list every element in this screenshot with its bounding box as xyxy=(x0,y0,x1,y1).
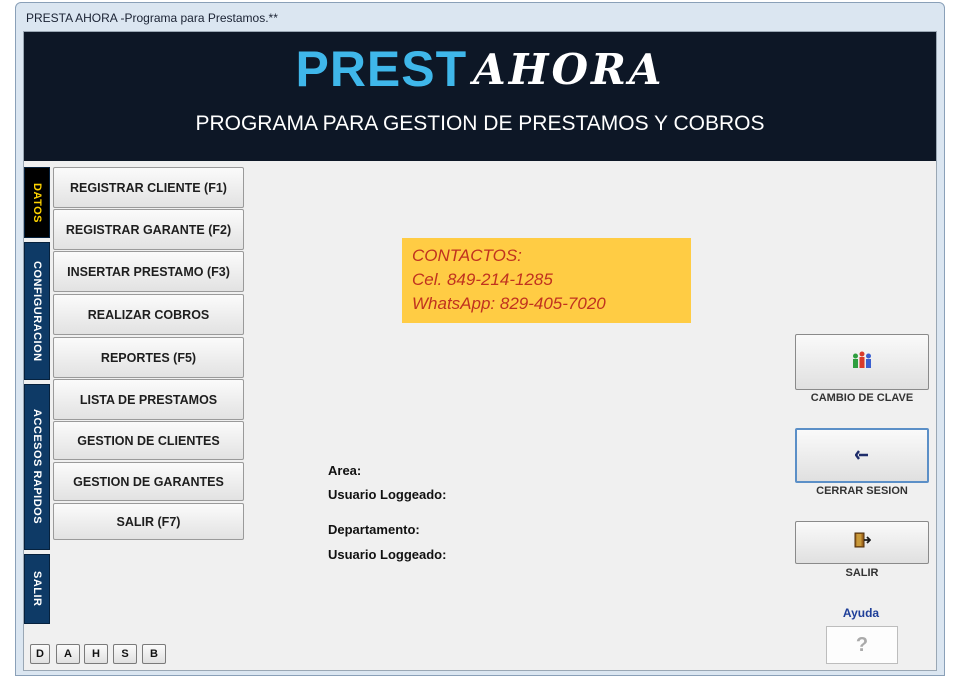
tab-datos-label: DATOS xyxy=(31,182,43,223)
logout-label: CERRAR SESION xyxy=(816,485,908,497)
brand-part2: AHORA xyxy=(473,44,665,94)
users-icon xyxy=(852,351,872,374)
registrar-garante-button[interactable]: REGISTRAR GARANTE (F2) xyxy=(53,209,244,250)
tab-configuracion[interactable]: CONFIGURACION xyxy=(24,242,50,380)
tab-accesos-rapidos[interactable]: ACCESOS RAPIDOS xyxy=(24,384,50,550)
banner-subtitle: PROGRAMA PARA GESTION DE PRESTAMOS Y COB… xyxy=(195,112,765,135)
contacts-whatsapp: WhatsApp: 829-405-7020 xyxy=(412,294,606,313)
reportes-button[interactable]: REPORTES (F5) xyxy=(53,337,244,378)
realizar-cobros-button[interactable]: REALIZAR COBROS xyxy=(53,294,244,335)
tab-salir-label: SALIR xyxy=(31,571,43,607)
department-label: Departamento: xyxy=(328,522,420,537)
salir-menu-button[interactable]: SALIR (F7) xyxy=(53,503,244,540)
brand-logo: PREST AHORA xyxy=(24,40,936,98)
shortcut-s-button[interactable]: S xyxy=(113,644,137,664)
help-button[interactable]: ? xyxy=(826,626,898,664)
change-password-label: CAMBIO DE CLAVE xyxy=(810,392,914,404)
help-label: Ayuda xyxy=(842,606,880,620)
app-window: PRESTA AHORA -Programa para Prestamos.**… xyxy=(15,2,945,676)
exit-button[interactable] xyxy=(795,521,929,564)
registrar-cliente-button[interactable]: REGISTRAR CLIENTE (F1) xyxy=(53,167,244,208)
arrow-left-icon xyxy=(854,447,869,465)
shortcut-d-button[interactable]: D xyxy=(30,644,50,664)
contacts-box: CONTACTOS: Cel. 849-214-1285 WhatsApp: 8… xyxy=(402,238,691,323)
window-title: PRESTA AHORA -Programa para Prestamos.** xyxy=(26,11,278,25)
exit-door-icon xyxy=(853,531,872,554)
header-banner: PREST AHORA PROGRAMA PARA GESTION DE PRES… xyxy=(24,32,936,161)
tab-configuracion-label: CONFIGURACION xyxy=(31,260,43,362)
main-panel: PREST AHORA PROGRAMA PARA GESTION DE PRES… xyxy=(23,31,937,671)
change-password-button[interactable] xyxy=(795,334,929,390)
exit-label: SALIR xyxy=(845,567,879,579)
area-label: Area: xyxy=(328,463,362,478)
tab-datos[interactable]: DATOS xyxy=(24,167,50,238)
lista-prestamos-button[interactable]: LISTA DE PRESTAMOS xyxy=(53,379,244,420)
shortcut-h-button[interactable]: H xyxy=(84,644,108,664)
shortcut-a-button[interactable]: A xyxy=(56,644,80,664)
contacts-heading: CONTACTOS: xyxy=(412,246,522,265)
tab-accesos-rapidos-label: ACCESOS RAPIDOS xyxy=(31,409,43,525)
tab-salir[interactable]: SALIR xyxy=(24,554,50,624)
shortcut-b-button[interactable]: B xyxy=(142,644,166,664)
logout-button[interactable] xyxy=(795,428,929,483)
insertar-prestamo-button[interactable]: INSERTAR PRESTAMO (F3) xyxy=(53,251,244,292)
help-icon: ? xyxy=(855,633,869,656)
logged-user-label: Usuario Loggeado: xyxy=(328,487,447,502)
brand-part1: PREST xyxy=(295,41,468,97)
gestion-clientes-button[interactable]: GESTION DE CLIENTES xyxy=(53,421,244,460)
gestion-garantes-button[interactable]: GESTION DE GARANTES xyxy=(53,462,244,501)
logged-user-label-2: Usuario Loggeado: xyxy=(328,547,447,562)
contacts-phone: Cel. 849-214-1285 xyxy=(412,270,553,289)
